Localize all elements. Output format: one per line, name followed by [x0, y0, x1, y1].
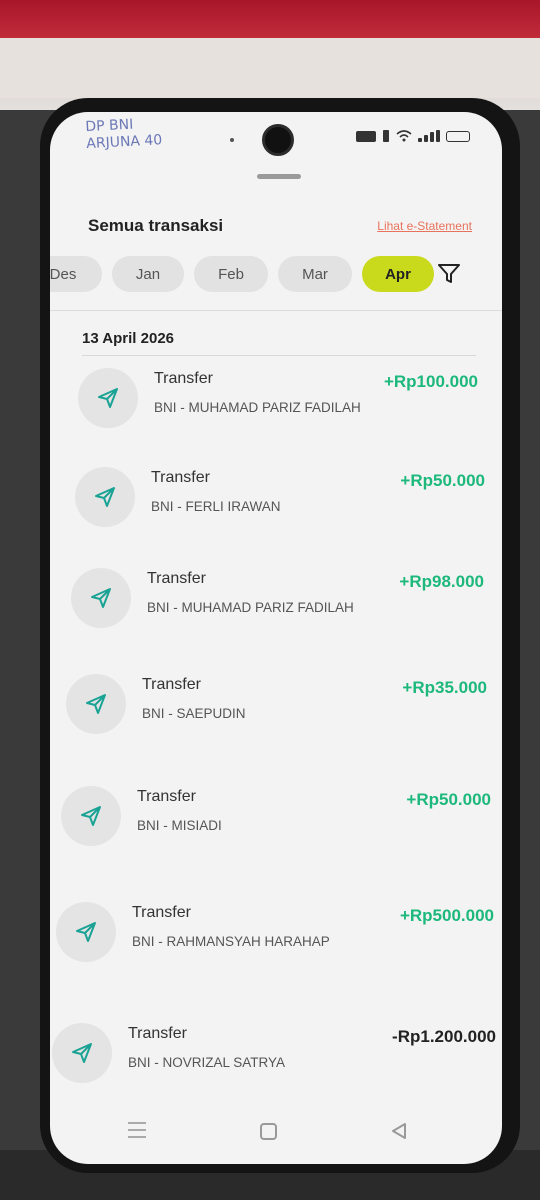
- transaction-counterparty: BNI - NOVRIZAL SATRYA: [128, 1055, 286, 1070]
- battery-icon: [446, 130, 470, 142]
- month-chip-mar[interactable]: Mar: [278, 256, 352, 292]
- transaction-row[interactable]: Transfer BNI - SAEPUDIN +Rp35.000: [66, 674, 488, 764]
- phone-screen: DP BNI ARJUNA 40 Semua transaksi Lihat e…: [50, 112, 502, 1164]
- handwritten-sticker: DP BNI ARJUNA 40: [85, 113, 207, 159]
- status-icons: [356, 130, 470, 142]
- transaction-amount: +Rp50.000: [406, 790, 491, 809]
- paper-plane-icon: [66, 674, 126, 734]
- transaction-row[interactable]: Transfer BNI - MUHAMAD PARIZ FADILAH +Rp…: [78, 368, 480, 458]
- sheet-drag-handle[interactable]: [257, 174, 301, 179]
- page-title: Semua transaksi: [88, 216, 224, 235]
- front-camera: [262, 124, 294, 156]
- transaction-row[interactable]: Transfer BNI - RAHMANSYAH HARAHAP +Rp500…: [56, 902, 494, 992]
- transaction-counterparty: BNI - MISIADI: [137, 818, 222, 833]
- filter-funnel-icon[interactable]: [438, 264, 460, 284]
- transaction-counterparty: BNI - FERLI IRAWAN: [151, 499, 281, 514]
- transaction-counterparty: BNI - MUHAMAD PARIZ FADILAH: [147, 600, 354, 615]
- month-chip-jan[interactable]: Jan: [112, 256, 184, 292]
- transaction-type: Transfer: [147, 570, 206, 587]
- transaction-type: Transfer: [154, 370, 213, 387]
- transaction-amount: -Rp1.200.000: [392, 1027, 496, 1046]
- system-nav-bar: [50, 1112, 502, 1152]
- transaction-amount: +Rp500.000: [399, 906, 494, 925]
- vibrate-icon: [383, 130, 389, 142]
- paper-plane-icon: [52, 1023, 112, 1083]
- wifi-icon: [396, 130, 412, 142]
- paper-plane-icon: [71, 568, 131, 628]
- paper-plane-icon: [78, 368, 138, 428]
- paper-plane-icon: [61, 786, 121, 846]
- transaction-row[interactable]: Transfer BNI - MISIADI +Rp50.000: [61, 786, 491, 876]
- transaction-type: Transfer: [128, 1025, 187, 1042]
- transaction-type: Transfer: [151, 469, 210, 486]
- signal-icon: [418, 130, 440, 142]
- transaction-type: Transfer: [137, 788, 196, 805]
- transaction-row[interactable]: Transfer BNI - MUHAMAD PARIZ FADILAH +Rp…: [71, 568, 485, 658]
- transaction-amount: +Rp50.000: [400, 471, 485, 490]
- recent-apps-button[interactable]: [128, 1122, 146, 1140]
- transaction-amount: +Rp35.000: [402, 678, 487, 697]
- transaction-amount: +Rp100.000: [383, 372, 478, 391]
- transaction-type: Transfer: [142, 676, 201, 693]
- transaction-counterparty: BNI - MUHAMAD PARIZ FADILAH: [154, 400, 361, 415]
- month-chip-apr[interactable]: Apr: [362, 256, 434, 292]
- status-bar: DP BNI ARJUNA 40: [50, 112, 502, 162]
- back-button[interactable]: [390, 1122, 408, 1140]
- divider: [50, 310, 502, 311]
- home-button[interactable]: [260, 1123, 277, 1140]
- background-shelf: [0, 38, 540, 98]
- transaction-amount: +Rp98.000: [399, 572, 484, 591]
- transaction-row[interactable]: Transfer BNI - NOVRIZAL SATRYA -Rp1.200.…: [52, 1023, 496, 1113]
- e-statement-link[interactable]: Lihat e-Statement: [377, 219, 472, 233]
- month-chip-feb[interactable]: Feb: [194, 256, 268, 292]
- divider: [82, 355, 476, 356]
- paper-plane-icon: [56, 902, 116, 962]
- header: Semua transaksi Lihat e-Statement: [88, 214, 472, 238]
- transaction-counterparty: BNI - SAEPUDIN: [142, 706, 246, 721]
- date-group-heading: 13 April 2026: [82, 330, 174, 347]
- month-chip-des[interactable]: Des: [50, 256, 102, 292]
- transaction-type: Transfer: [132, 904, 191, 921]
- paper-plane-icon: [75, 467, 135, 527]
- vpn-icon: [356, 130, 376, 142]
- transaction-counterparty: BNI - RAHMANSYAH HARAHAP: [132, 934, 330, 949]
- transaction-row[interactable]: Transfer BNI - FERLI IRAWAN +Rp50.000: [75, 467, 485, 557]
- month-filter: Des Jan Feb Mar Apr: [50, 256, 502, 292]
- sensor-dot: [230, 138, 234, 142]
